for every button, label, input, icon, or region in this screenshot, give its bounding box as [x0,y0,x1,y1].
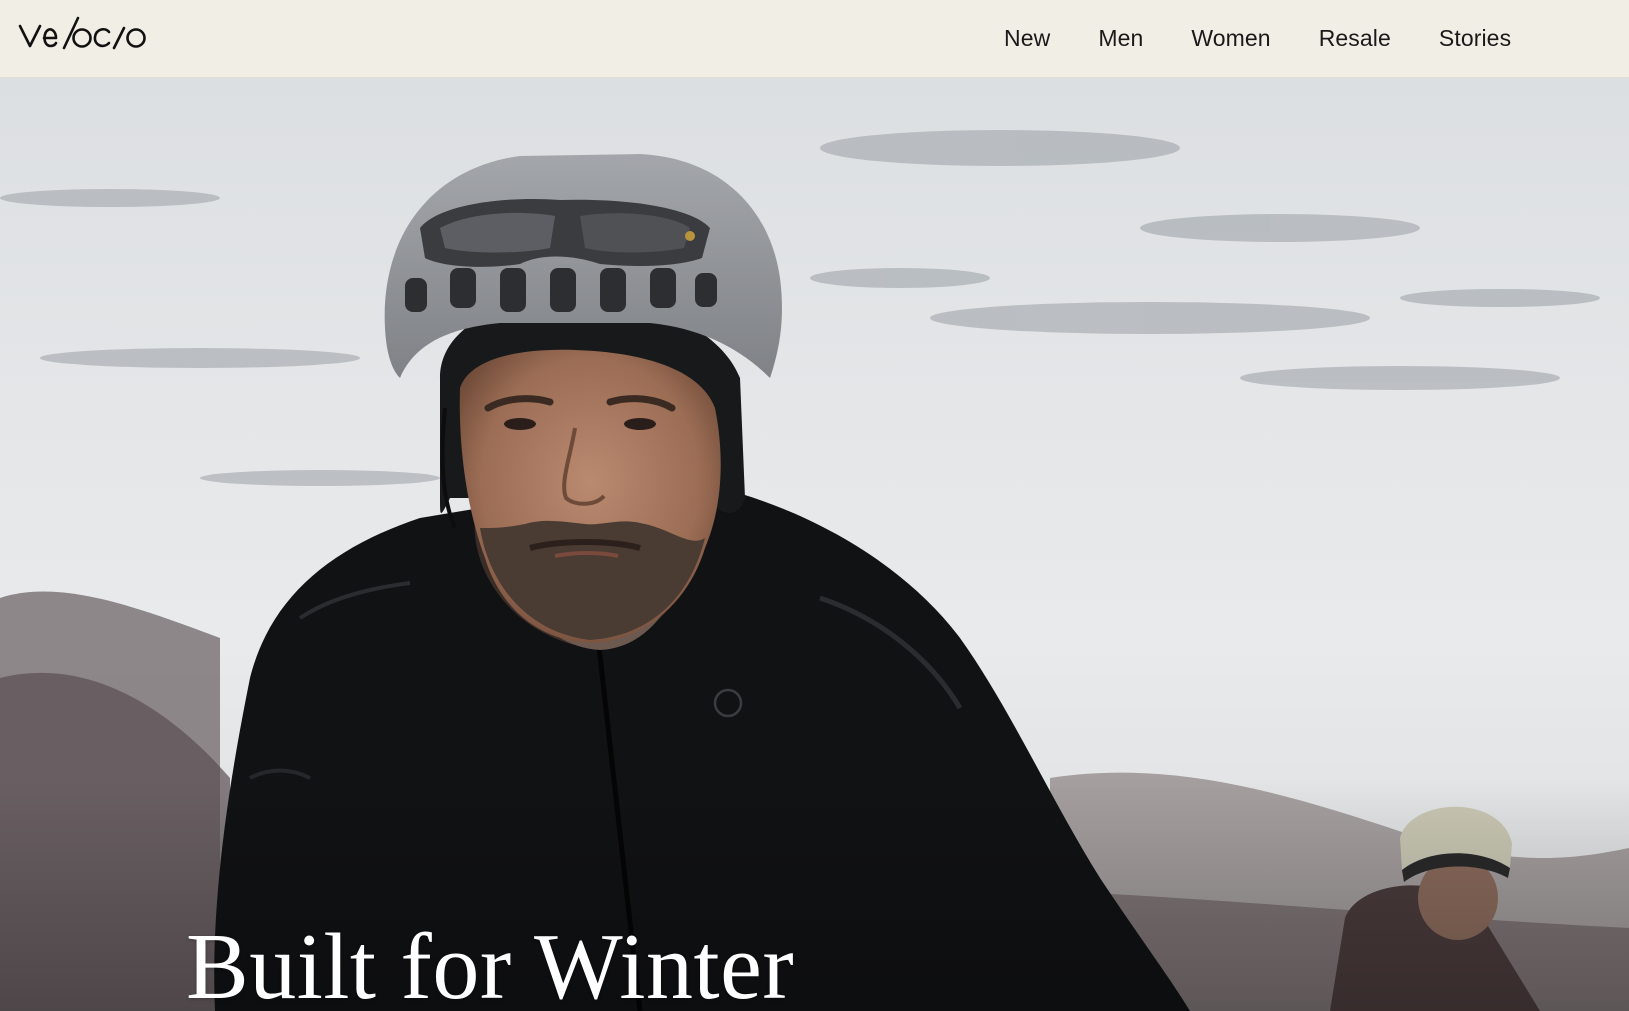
site-header: New Men Women Resale Stories [0,0,1629,78]
nav-link-stories[interactable]: Stories [1439,25,1511,52]
main-nav: New Men Women Resale Stories [1004,0,1511,76]
nav-link-women[interactable]: Women [1191,25,1270,52]
hero-title: Built for Winter [186,915,795,1011]
hero-banner[interactable]: Built for Winter [0,78,1629,1011]
velocio-logo-mark [18,16,146,50]
velocio-logo[interactable] [18,12,164,54]
nav-link-men[interactable]: Men [1098,25,1143,52]
hero-image [0,130,1629,1011]
nav-link-resale[interactable]: Resale [1319,25,1391,52]
nav-link-new[interactable]: New [1004,25,1050,52]
